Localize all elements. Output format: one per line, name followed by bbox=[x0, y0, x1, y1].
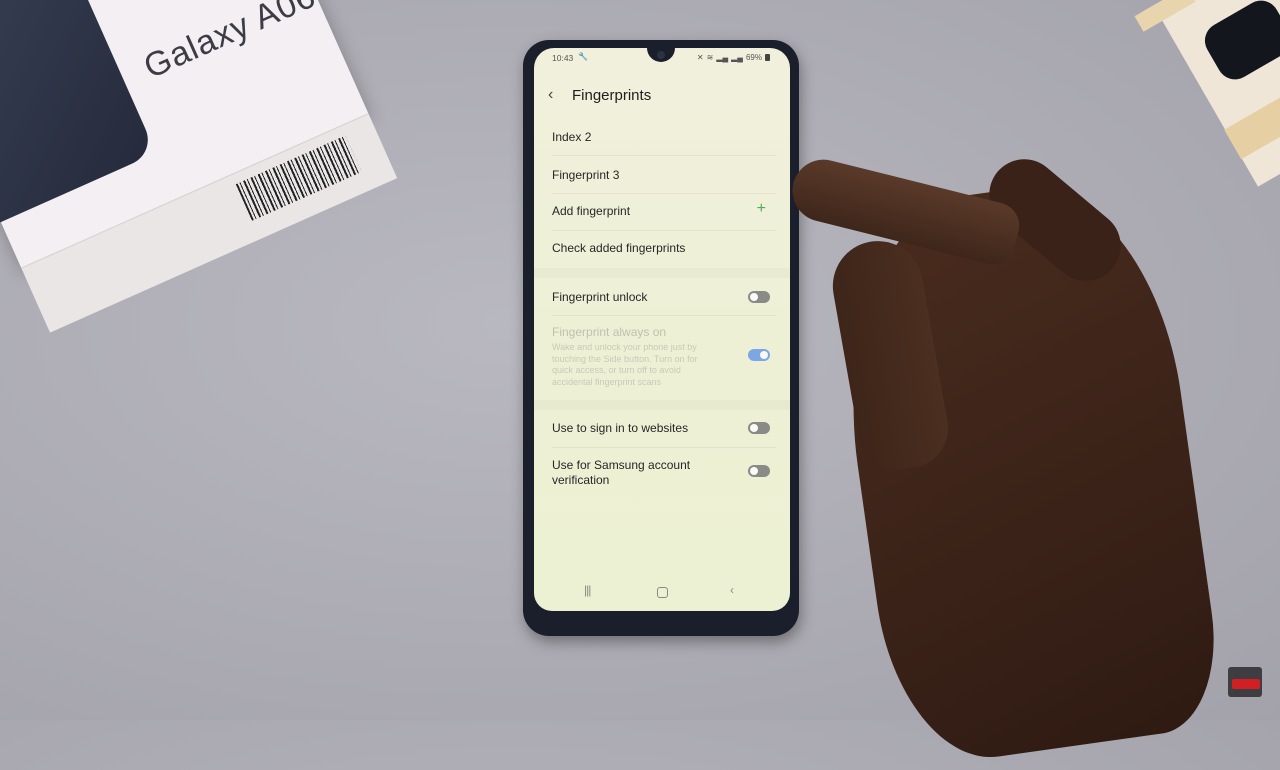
plus-icon: + bbox=[756, 200, 766, 217]
phone-screen: 10:43 🔧 ✕ ≋ ▂▄ ▂▄ 69% ‹ Fingerprints Ind… bbox=[534, 48, 790, 611]
nav-back-button[interactable]: ‹ bbox=[730, 583, 734, 597]
divider bbox=[552, 230, 776, 231]
logo-key bbox=[1232, 679, 1260, 689]
check-fingerprints-label: Check added fingerprints bbox=[552, 241, 686, 255]
status-icons: ✕ ≋ ▂▄ ▂▄ 69% bbox=[697, 53, 770, 62]
mute-icon: ✕ bbox=[696, 53, 704, 62]
toggle-knob bbox=[750, 467, 758, 475]
fingerprint-unlock-label: Fingerprint unlock bbox=[552, 290, 648, 304]
fingerprint-unlock-toggle[interactable] bbox=[748, 291, 770, 303]
check-fingerprints-button[interactable]: Check added fingerprints bbox=[534, 241, 790, 271]
fingerprint-unlock-row[interactable]: Fingerprint unlock bbox=[534, 290, 790, 320]
box-model-text: Galaxy A06 bbox=[138, 0, 322, 87]
samsung-account-label: Use for Samsung account verification bbox=[552, 458, 691, 487]
recents-button[interactable]: ||| bbox=[584, 583, 591, 597]
fingerprint-item[interactable]: Index 2 bbox=[534, 130, 790, 166]
fingerprint-item[interactable]: Fingerprint 3 bbox=[534, 168, 790, 204]
page-header: ‹ Fingerprints bbox=[534, 86, 790, 108]
samsung-account-row[interactable]: Use for Samsung account verification bbox=[534, 458, 790, 494]
fingerprint-label: Fingerprint 3 bbox=[552, 168, 620, 182]
always-on-description: Wake and unlock your phone just by touch… bbox=[552, 342, 698, 387]
box-phone-image bbox=[0, 0, 157, 235]
battery-percent: 69% bbox=[745, 53, 762, 62]
fingerprint-label: Index 2 bbox=[552, 130, 592, 144]
websites-row[interactable]: Use to sign in to websites bbox=[534, 421, 790, 451]
websites-label: Use to sign in to websites bbox=[552, 421, 689, 435]
divider bbox=[552, 155, 776, 156]
navigation-bar: ||| ‹ bbox=[534, 575, 790, 611]
add-fingerprint-button[interactable]: Add fingerprint + bbox=[534, 200, 790, 240]
toggle-knob bbox=[750, 293, 758, 301]
always-on-toggle[interactable] bbox=[748, 349, 770, 361]
back-button[interactable]: ‹ bbox=[548, 86, 553, 104]
toggle-knob bbox=[760, 351, 768, 359]
divider bbox=[552, 447, 776, 448]
add-fingerprint-label: Add fingerprint bbox=[552, 204, 631, 218]
always-on-label: Fingerprint always on bbox=[552, 325, 667, 339]
samsung-account-toggle[interactable] bbox=[748, 465, 770, 477]
divider bbox=[552, 315, 776, 316]
status-bar: 10:43 🔧 ✕ ≋ ▂▄ ▂▄ 69% bbox=[534, 52, 790, 65]
signal-icon: ▂▄ bbox=[716, 53, 729, 62]
websites-toggle[interactable] bbox=[748, 422, 770, 434]
wifi-icon: ≋ bbox=[706, 53, 714, 62]
samsung-box: Galaxy A06 bbox=[0, 0, 398, 333]
divider bbox=[552, 193, 776, 194]
toggle-knob bbox=[750, 424, 758, 432]
home-button[interactable] bbox=[657, 587, 668, 598]
always-on-row[interactable]: Fingerprint always on Wake and unlock yo… bbox=[534, 325, 790, 395]
channel-logo bbox=[1228, 667, 1262, 697]
battery-icon bbox=[765, 54, 770, 61]
status-time: 10:43 bbox=[552, 53, 574, 63]
page-title: Fingerprints bbox=[572, 87, 652, 104]
signal-icon: ▂▄ bbox=[731, 53, 743, 62]
wrench-icon: 🔧 bbox=[578, 52, 588, 61]
